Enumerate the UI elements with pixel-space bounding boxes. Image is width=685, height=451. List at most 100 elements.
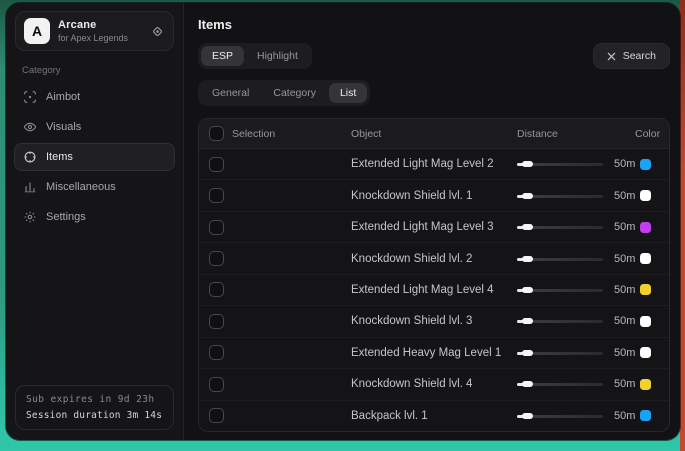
sidebar: A Arcane for Apex Legends Category — [6, 3, 184, 440]
distance-slider[interactable] — [517, 410, 603, 422]
table-row: Extended Light Mag Level 2 50m — [199, 149, 669, 179]
tab-general[interactable]: General — [201, 83, 260, 103]
sidebar-item-aimbot[interactable]: Aimbot — [14, 83, 175, 111]
header-selection: Selection — [232, 128, 275, 140]
sidebar-item-label: Aimbot — [46, 91, 80, 103]
toolbar: ESP Highlight Search — [198, 43, 670, 69]
tab-esp[interactable]: ESP — [201, 46, 244, 66]
distance-value: 50m — [614, 378, 635, 390]
color-swatch[interactable] — [640, 190, 651, 201]
table-row: Knockdown Shield lvl. 4 50m — [199, 368, 669, 399]
brand-name: Arcane — [58, 19, 128, 31]
sub-expiry-text: Sub expires in 9d 23h — [26, 394, 163, 405]
select-all-checkbox[interactable] — [209, 126, 224, 141]
brand-subtitle: for Apex Legends — [58, 33, 128, 43]
session-status-card: Sub expires in 9d 23h Session duration 3… — [15, 385, 174, 430]
sidebar-nav: Aimbot Visuals Items — [6, 83, 183, 231]
object-name: Knockdown Shield lvl. 2 — [351, 253, 517, 265]
row-checkbox[interactable] — [209, 251, 224, 266]
category-section-label: Category — [22, 65, 183, 76]
distance-slider[interactable] — [517, 315, 603, 327]
row-checkbox[interactable] — [209, 314, 224, 329]
distance-slider[interactable] — [517, 190, 603, 202]
row-checkbox[interactable] — [209, 188, 224, 203]
brand-text: Arcane for Apex Legends — [58, 19, 128, 43]
object-name: Extended Light Mag Level 2 — [351, 158, 517, 170]
distance-slider[interactable] — [517, 347, 603, 359]
tab-highlight[interactable]: Highlight — [246, 46, 309, 66]
color-swatch[interactable] — [640, 284, 651, 295]
color-swatch[interactable] — [640, 410, 651, 421]
session-duration-text: Session duration 3m 14s — [26, 410, 163, 421]
table-header: Selection Object Distance Color — [199, 119, 669, 149]
row-checkbox[interactable] — [209, 345, 224, 360]
table-row: Knockdown Shield lvl. 2 50m — [199, 242, 669, 273]
distance-value: 50m — [614, 158, 635, 170]
diamond-badge-icon[interactable] — [150, 24, 165, 39]
sidebar-item-items[interactable]: Items — [14, 143, 175, 171]
header-color: Color — [635, 128, 670, 140]
sidebar-item-label: Items — [46, 151, 73, 163]
row-checkbox[interactable] — [209, 157, 224, 172]
gear-icon — [23, 210, 37, 224]
table-row: Knockdown Shield lvl. 3 50m — [199, 305, 669, 336]
table-row: Extended Light Mag Level 3 50m — [199, 211, 669, 242]
header-object: Object — [351, 128, 517, 140]
crosshair-icon — [23, 90, 37, 104]
row-checkbox[interactable] — [209, 220, 224, 235]
x-icon — [607, 52, 616, 61]
color-swatch[interactable] — [640, 347, 651, 358]
distance-value: 50m — [614, 410, 635, 422]
chart-icon — [23, 180, 37, 194]
sidebar-item-settings[interactable]: Settings — [14, 203, 175, 231]
distance-slider[interactable] — [517, 253, 603, 265]
search-button[interactable]: Search — [593, 43, 670, 69]
distance-value: 50m — [614, 315, 635, 327]
distance-value: 50m — [614, 253, 635, 265]
color-swatch[interactable] — [640, 379, 651, 390]
color-swatch[interactable] — [640, 253, 651, 264]
row-checkbox[interactable] — [209, 282, 224, 297]
object-name: Knockdown Shield lvl. 3 — [351, 315, 517, 327]
object-name: Backpack lvl. 1 — [351, 410, 517, 422]
distance-slider[interactable] — [517, 378, 603, 390]
distance-slider[interactable] — [517, 158, 603, 170]
color-swatch[interactable] — [640, 222, 651, 233]
main-panel: Items ESP Highlight Search General Categ… — [184, 3, 680, 440]
header-distance: Distance — [517, 128, 635, 140]
table-row: Extended Light Mag Level 4 50m — [199, 274, 669, 305]
object-name: Extended Heavy Mag Level 1 — [351, 347, 517, 359]
object-name: Extended Light Mag Level 3 — [351, 221, 517, 233]
target-icon — [23, 150, 37, 164]
view-tabs: General Category List — [198, 80, 370, 106]
color-swatch[interactable] — [640, 159, 651, 170]
app-window: A Arcane for Apex Legends Category — [6, 3, 680, 440]
mode-tabs: ESP Highlight — [198, 43, 312, 69]
table-row: Backpack lvl. 1 50m — [199, 400, 669, 431]
tab-list[interactable]: List — [329, 83, 367, 103]
table-row: Knockdown Shield lvl. 1 50m — [199, 179, 669, 210]
object-name: Extended Light Mag Level 4 — [351, 284, 517, 296]
distance-slider[interactable] — [517, 284, 603, 296]
eye-icon — [23, 120, 37, 134]
distance-value: 50m — [614, 221, 635, 233]
sidebar-item-miscellaneous[interactable]: Miscellaneous — [14, 173, 175, 201]
tab-category[interactable]: Category — [262, 83, 327, 103]
sidebar-item-label: Settings — [46, 211, 86, 223]
screen-edge-red — [680, 0, 685, 451]
row-checkbox[interactable] — [209, 408, 224, 423]
distance-value: 50m — [614, 347, 635, 359]
distance-value: 50m — [614, 284, 635, 296]
distance-value: 50m — [614, 190, 635, 202]
sidebar-item-visuals[interactable]: Visuals — [14, 113, 175, 141]
table-row: Extended Heavy Mag Level 1 50m — [199, 337, 669, 368]
view-tabs-bar: General Category List — [198, 80, 670, 106]
distance-slider[interactable] — [517, 221, 603, 233]
app-logo: A — [24, 18, 50, 44]
row-checkbox[interactable] — [209, 377, 224, 392]
sidebar-item-label: Miscellaneous — [46, 181, 116, 193]
page-title: Items — [198, 17, 670, 32]
color-swatch[interactable] — [640, 316, 651, 327]
object-name: Knockdown Shield lvl. 4 — [351, 378, 517, 390]
table-body: Extended Light Mag Level 2 50m — [199, 149, 669, 431]
